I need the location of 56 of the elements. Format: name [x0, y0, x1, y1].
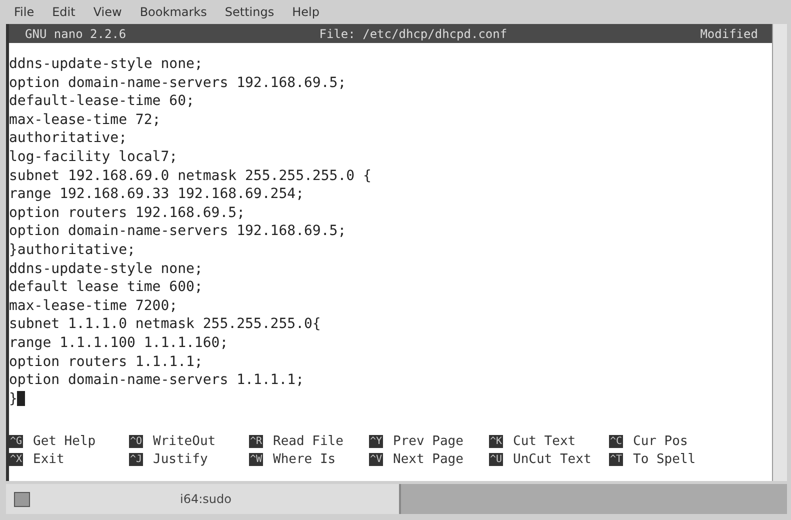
- shortcut-key: ^G: [9, 435, 23, 448]
- shortcut-label: Exit: [33, 452, 64, 467]
- shortcut-key: ^T: [609, 453, 623, 466]
- shortcut-label: Where Is: [273, 452, 336, 467]
- file-name: File: /etc/dhcp/dhcpd.conf: [319, 26, 508, 40]
- shortcut-key: ^Y: [369, 435, 383, 448]
- code-line: option domain-name-servers 1.1.1.1;: [9, 371, 304, 390]
- shortcut-label: To Spell: [633, 452, 696, 467]
- shortcut-label: Prev Page: [393, 434, 464, 449]
- shortcut-key: ^U: [489, 453, 503, 466]
- shortcut-key: ^O: [129, 435, 143, 448]
- shortcut-label: Get Help: [33, 434, 96, 449]
- shortcut-label: UnCut Text: [513, 452, 592, 467]
- code-line: default-lease-time 60;: [9, 92, 194, 111]
- tab-label: i64:sudo: [180, 492, 232, 506]
- menu-item[interactable]: Bookmarks: [140, 5, 207, 19]
- code-line: max-lease-time 72;: [9, 110, 161, 130]
- code-line: option routers 1.1.1.1;: [9, 352, 203, 372]
- code-line: option domain-name-servers 192.168.69.5;: [9, 222, 346, 241]
- code-line: option routers 192.168.69.5;: [9, 204, 246, 222]
- shortcut-key: ^K: [489, 435, 503, 448]
- taskbar-tab[interactable]: i64:sudo: [6, 484, 401, 514]
- shortcut-label: WriteOut: [153, 434, 216, 449]
- code-line: max-lease-time 7200;: [9, 296, 178, 316]
- modified-status: Modified: [700, 26, 758, 40]
- code-line: default lease time 600;: [9, 278, 203, 297]
- menu-item[interactable]: File: [14, 5, 34, 19]
- shortcut-label: Justify: [153, 452, 208, 467]
- code-line: }authoritative;: [9, 240, 136, 260]
- shortcut-label: Next Page: [393, 452, 464, 467]
- shortcut-key: ^V: [369, 453, 383, 466]
- code-line: subnet 192.168.69.0 netmask 255.255.255.0 {: [9, 166, 372, 186]
- shortcut-key: ^J: [129, 453, 143, 466]
- shortcut-label: Read File: [273, 434, 344, 449]
- code-line: option domain-name-servers 192.168.69.5;: [9, 74, 346, 92]
- shortcut-label: Cur Pos: [633, 434, 688, 449]
- code-line: authoritative;: [9, 129, 128, 148]
- menu-item[interactable]: Help: [292, 5, 320, 19]
- code-line: range 192.168.69.33 192.168.69.254;: [9, 185, 304, 204]
- code-line: }: [9, 390, 18, 408]
- text-cursor: [17, 391, 26, 406]
- code-line: subnet 1.1.1.0 netmask 255.255.255.0{: [9, 315, 321, 334]
- code-line: ddns-update-style none;: [9, 55, 203, 74]
- shortcut-key: ^X: [9, 453, 23, 466]
- terminal-icon: [14, 492, 30, 506]
- code-line: range 1.1.1.100 1.1.1.160;: [9, 334, 228, 352]
- code-line: ddns-update-style none;: [9, 260, 203, 278]
- shortcut-key: ^W: [249, 453, 263, 466]
- shortcut-key: ^C: [609, 435, 623, 448]
- code-line: log-facility local7;: [9, 148, 178, 167]
- menu-item[interactable]: Settings: [224, 5, 274, 19]
- shortcut-key: ^R: [249, 435, 263, 448]
- shortcut-label: Cut Text: [513, 434, 576, 449]
- version-label: GNU nano 2.2.6: [25, 26, 126, 40]
- menu-item[interactable]: Edit: [52, 5, 76, 19]
- menu-item[interactable]: View: [93, 5, 122, 19]
